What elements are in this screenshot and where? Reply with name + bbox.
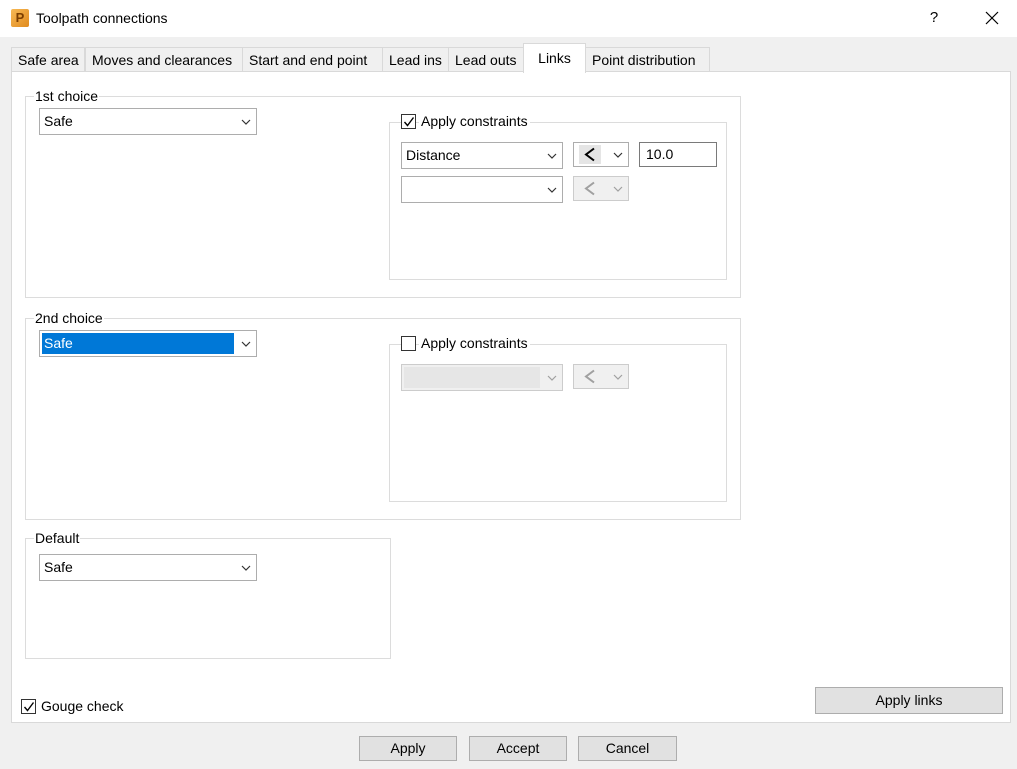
chevron-down-icon (241, 341, 251, 347)
default-title: Default (34, 530, 81, 546)
window-title: Toolpath connections (36, 10, 168, 26)
second-choice-move-value: Safe (44, 335, 73, 351)
second-constraint1-type-select (401, 364, 563, 391)
first-choice-title: 1st choice (34, 88, 100, 104)
first-constraint2-comparator-select (573, 176, 629, 201)
less-than-icon (584, 369, 595, 384)
second-apply-constraints-checkbox[interactable] (401, 336, 416, 351)
default-move-select[interactable]: Safe (39, 554, 257, 581)
help-icon: ? (929, 9, 939, 26)
first-constraint1-value: 10.0 (646, 146, 674, 162)
tab-safe-area[interactable]: Safe area (11, 47, 85, 72)
first-choice-move-value: Safe (44, 113, 73, 129)
default-group: Default Safe (25, 530, 391, 659)
first-apply-constraints-label: Apply constraints (419, 113, 530, 129)
chevron-down-icon (613, 374, 623, 380)
first-constraint1-type-value: Distance (406, 147, 461, 163)
title-bar: P Toolpath connections ? (0, 0, 1017, 37)
chevron-down-icon (241, 565, 251, 571)
first-constraint1-value-input[interactable]: 10.0 (639, 142, 717, 167)
apply-links-button[interactable]: Apply links (815, 687, 1003, 714)
chevron-down-icon (613, 186, 623, 192)
checkmark-icon (403, 117, 415, 127)
less-than-icon (584, 181, 595, 196)
tab-lead-ins[interactable]: Lead ins (382, 47, 449, 72)
tab-moves-and-clearances[interactable]: Moves and clearances (85, 47, 243, 72)
second-constraints-group: Apply constraints (389, 335, 727, 502)
chevron-down-icon (547, 375, 557, 381)
links-tab-panel: 1st choice Safe Apply constraints Distan… (11, 71, 1011, 723)
accept-button[interactable]: Accept (469, 736, 567, 761)
first-constraint2-type-select[interactable] (401, 176, 563, 203)
second-constraint1-comparator-select (573, 364, 629, 389)
gouge-check-label: Gouge check (39, 698, 126, 714)
tab-point-distribution[interactable]: Point distribution (585, 47, 710, 72)
chevron-down-icon (547, 153, 557, 159)
chevron-down-icon (613, 152, 623, 158)
close-button[interactable] (978, 6, 1006, 30)
first-constraint1-type-select[interactable]: Distance (401, 142, 563, 169)
first-constraint1-comparator-select[interactable] (573, 142, 629, 167)
cancel-button[interactable]: Cancel (578, 736, 677, 761)
tab-lead-outs[interactable]: Lead outs (448, 47, 524, 72)
second-choice-move-select[interactable]: Safe (39, 330, 257, 357)
close-icon (985, 11, 999, 25)
default-move-value: Safe (44, 559, 73, 575)
apply-button[interactable]: Apply (359, 736, 457, 761)
help-button[interactable]: ? (922, 6, 946, 30)
tab-links[interactable]: Links (523, 43, 586, 73)
first-apply-constraints-checkbox[interactable] (401, 114, 416, 129)
chevron-down-icon (241, 119, 251, 125)
second-choice-title: 2nd choice (34, 310, 104, 326)
app-logo-icon: P (11, 9, 29, 27)
checkmark-icon (23, 702, 35, 712)
less-than-icon (584, 147, 595, 162)
tab-start-and-end-point[interactable]: Start and end point (242, 47, 383, 72)
second-choice-group: 2nd choice Safe Apply constraints (25, 310, 741, 520)
chevron-down-icon (547, 187, 557, 193)
first-choice-move-select[interactable]: Safe (39, 108, 257, 135)
first-constraints-group: Apply constraints Distance 10.0 (389, 113, 727, 280)
gouge-check-checkbox[interactable] (21, 699, 36, 714)
first-choice-group: 1st choice Safe Apply constraints Distan… (25, 88, 741, 298)
second-apply-constraints-label: Apply constraints (419, 335, 530, 351)
